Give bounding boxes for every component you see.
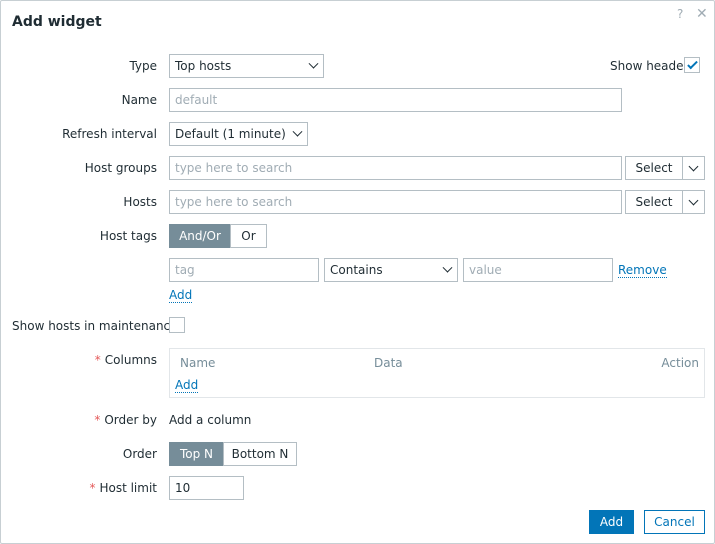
columns-header-name: Name	[180, 356, 216, 370]
type-label: Type	[129, 59, 157, 73]
tag-input[interactable]: tag	[169, 258, 319, 282]
refresh-interval-value: Default (1 minute)	[175, 127, 286, 141]
host-tags-or-button[interactable]: Or	[230, 224, 267, 248]
hosts-input[interactable]: type here to search	[169, 190, 622, 214]
show-maintenance-label: Show hosts in maintenance	[12, 319, 178, 333]
name-label: Name	[121, 93, 157, 107]
name-input[interactable]: default	[169, 88, 622, 112]
order-top-n-button[interactable]: Top N	[169, 442, 224, 466]
checkmark-icon	[687, 58, 698, 70]
type-select[interactable]: Top hosts	[169, 54, 324, 78]
chevron-down-icon	[442, 262, 453, 273]
show-maintenance-checkbox[interactable]	[169, 317, 185, 333]
remove-tag-link[interactable]: Remove	[618, 263, 667, 278]
host-tags-andor-button[interactable]: And/Or	[169, 224, 231, 248]
host-tags-label: Host tags	[99, 229, 157, 243]
columns-table: Name Data Action Add	[169, 348, 705, 398]
host-groups-label: Host groups	[84, 161, 157, 175]
columns-header-data: Data	[374, 356, 403, 370]
chevron-down-icon	[688, 161, 699, 172]
host-limit-label: * Host limit	[89, 481, 157, 495]
order-by-value: Add a column	[169, 413, 252, 427]
dialog-title: Add widget	[12, 14, 102, 30]
order-by-label: * Order by	[94, 413, 157, 427]
chevron-down-icon	[688, 195, 699, 206]
type-select-value: Top hosts	[175, 59, 232, 73]
hosts-label: Hosts	[123, 195, 157, 209]
show-header-label: Show header	[610, 59, 689, 73]
host-groups-dropdown-button[interactable]	[682, 156, 705, 180]
refresh-interval-label: Refresh interval	[62, 127, 157, 141]
add-column-link[interactable]: Add	[175, 378, 199, 393]
hosts-dropdown-button[interactable]	[682, 190, 705, 214]
refresh-interval-select[interactable]: Default (1 minute)	[169, 122, 308, 146]
host-limit-input[interactable]: 10	[169, 476, 244, 500]
tag-operator-value: Contains	[330, 263, 383, 277]
close-icon[interactable]: ✕	[696, 6, 708, 22]
add-widget-dialog: Add widget ? ✕ Type Top hosts Show heade…	[0, 0, 715, 544]
add-button[interactable]: Add	[589, 510, 634, 534]
help-icon[interactable]: ?	[677, 7, 683, 21]
order-bottom-n-button[interactable]: Bottom N	[223, 442, 297, 466]
columns-header-action: Action	[661, 356, 699, 370]
columns-label: * Columns	[94, 353, 157, 367]
add-tag-link[interactable]: Add	[169, 288, 193, 303]
chevron-down-icon	[292, 126, 303, 137]
show-header-checkbox[interactable]	[684, 57, 700, 73]
host-limit-label-text: Host limit	[99, 481, 157, 495]
order-by-label-text: Order by	[104, 413, 157, 427]
columns-label-text: Columns	[104, 353, 157, 367]
cancel-button[interactable]: Cancel	[644, 510, 705, 534]
host-groups-select-button[interactable]: Select	[625, 156, 683, 180]
tag-value-input[interactable]: value	[463, 258, 613, 282]
order-label: Order	[122, 447, 157, 461]
tag-operator-select[interactable]: Contains	[324, 258, 458, 282]
chevron-down-icon	[308, 58, 319, 69]
host-groups-input[interactable]: type here to search	[169, 156, 622, 180]
hosts-select-button[interactable]: Select	[625, 190, 683, 214]
